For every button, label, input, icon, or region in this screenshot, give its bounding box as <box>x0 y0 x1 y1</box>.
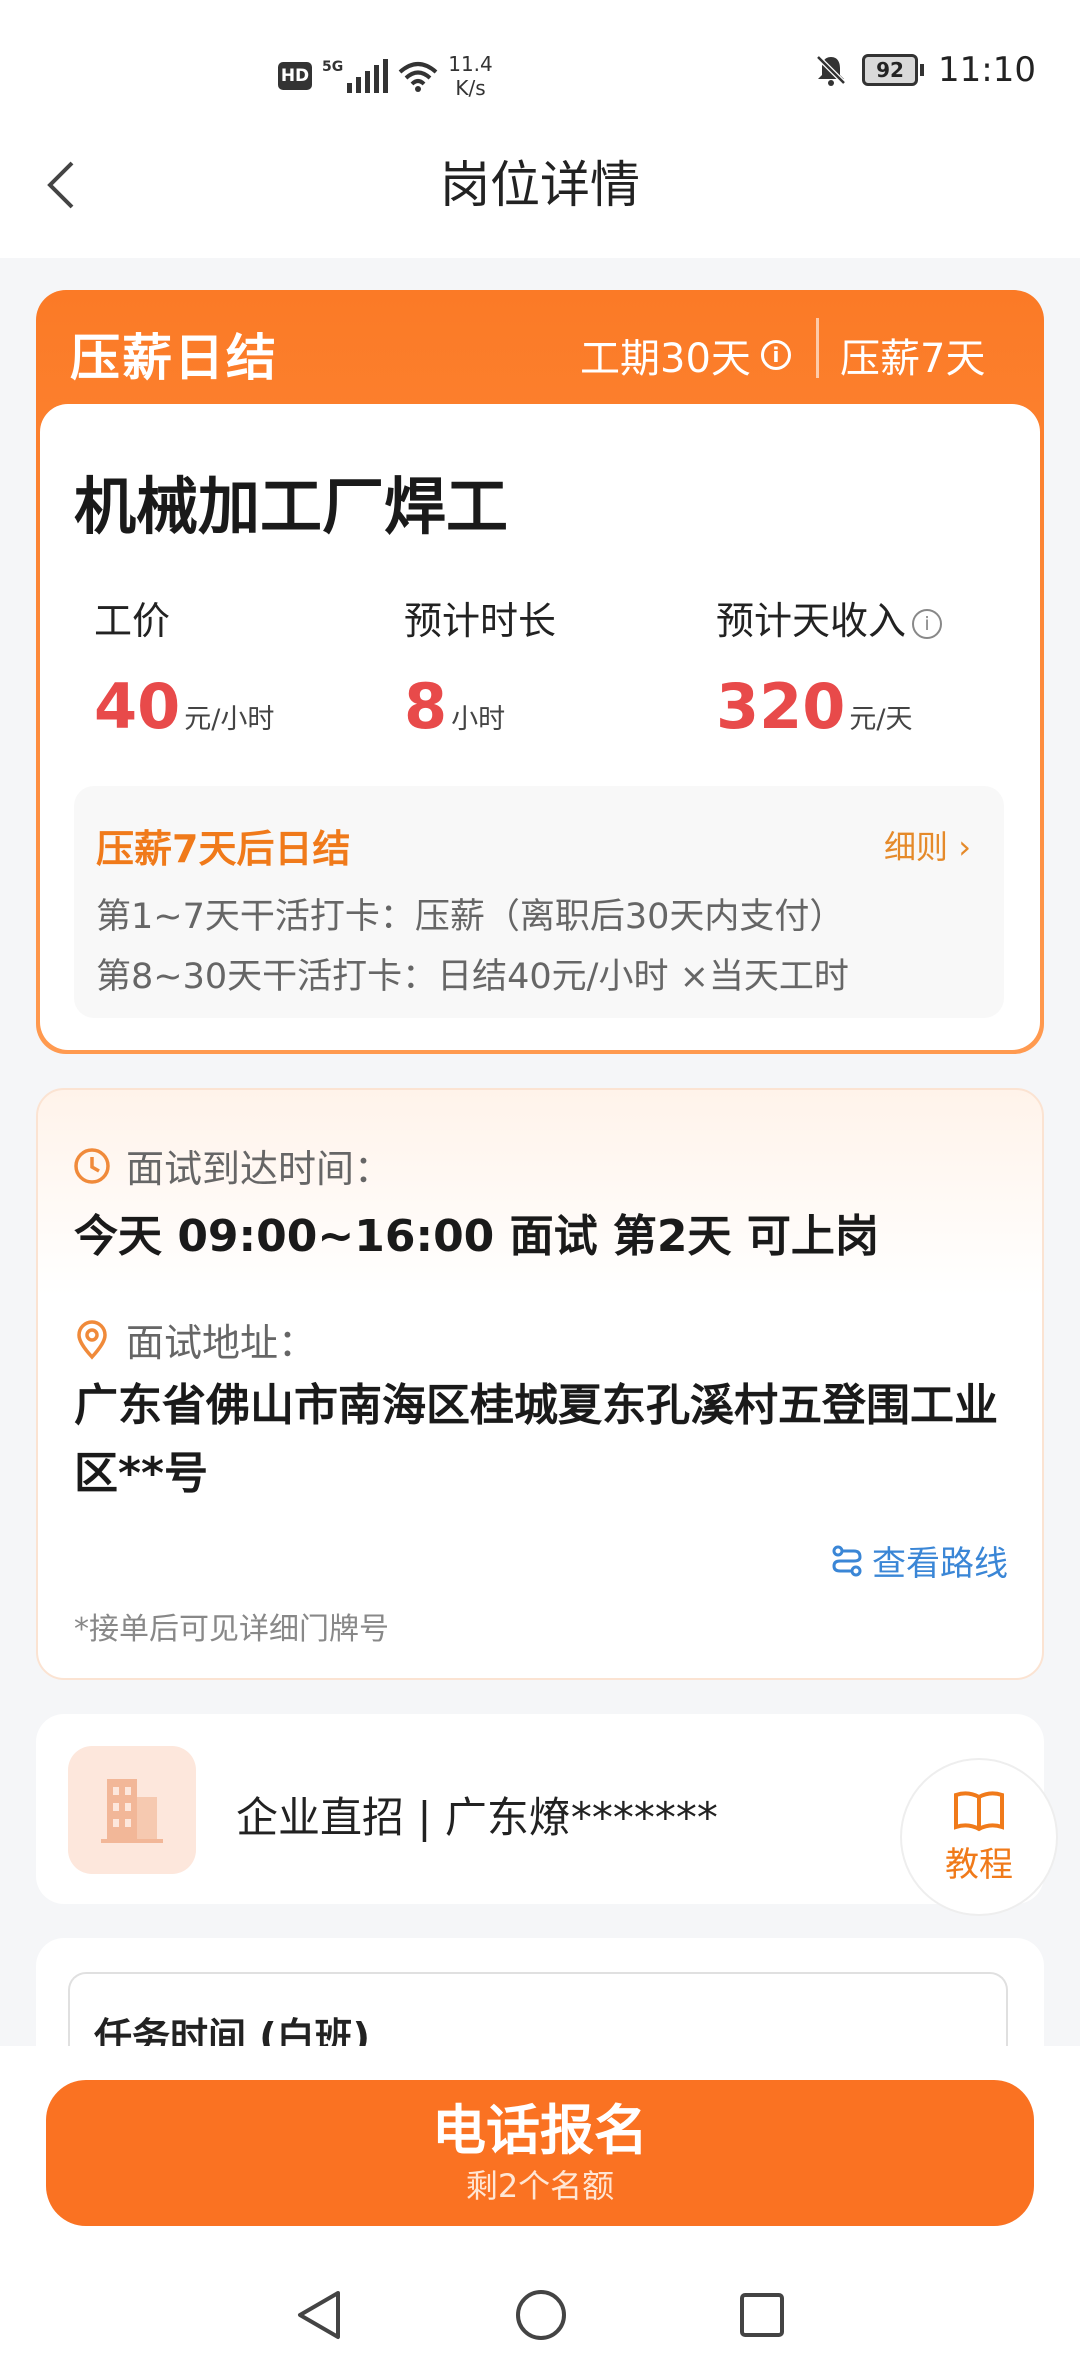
stat-value-income: 320 元/天 <box>716 670 913 743</box>
battery-cap <box>920 64 925 76</box>
apply-label: 电话报名 <box>432 2099 648 2162</box>
company-logo <box>68 1746 196 1874</box>
building-icon <box>101 1779 163 1843</box>
nav-recents-icon[interactable] <box>738 2291 786 2339</box>
interview-address-label: 面试地址： <box>126 1321 317 1365</box>
battery-icon: 92 <box>862 54 919 86</box>
system-nav <box>0 2280 1080 2350</box>
network-speed: 11.4 K/s <box>448 52 493 100</box>
status-left: HD 5G 11.4 K/s <box>278 52 493 100</box>
info-icon: i <box>912 608 943 639</box>
interview-time: 今天 09:00~16:00 面试 第2天 可上岗 <box>74 1211 879 1262</box>
wage-rule-title: 压薪7天后日结 <box>96 827 351 871</box>
status-right: 92 11:10 <box>814 50 1036 90</box>
tutorial-label: 教程 <box>945 1844 1013 1885</box>
location-icon <box>77 1319 107 1360</box>
chevron-right-icon: › <box>958 828 971 866</box>
book-icon <box>954 1790 1004 1831</box>
stat-value-price: 40 元/小时 <box>94 670 275 743</box>
period-text: 工期30天 <box>580 336 751 382</box>
network-type: 5G <box>322 59 344 75</box>
job-tag: 压薪日结 <box>70 329 278 387</box>
nav-home-icon[interactable] <box>514 2288 568 2342</box>
rule-detail-link[interactable]: 细则 › <box>884 822 971 868</box>
page-title: 岗位详情 <box>440 156 640 214</box>
wifi-icon <box>398 62 438 92</box>
remaining-quota: 剩2个名额 <box>465 2167 615 2205</box>
stat-label-price: 工价 <box>94 599 171 643</box>
withhold-text: 压薪7天 <box>840 336 986 382</box>
interview-address: 广东省佛山市南海区桂城夏东孔溪村五登围工业区**号 <box>74 1380 998 1499</box>
job-title: 机械加工厂焊工 <box>74 470 509 543</box>
hd-badge: HD <box>278 62 312 90</box>
bell-off-icon <box>816 55 846 86</box>
clock: 11:10 <box>938 50 1036 90</box>
interview-time-label: 面试到达时间： <box>126 1147 393 1191</box>
company-name: 企业直招 | 广东燎******* <box>236 1793 718 1842</box>
route-icon <box>832 1545 862 1576</box>
address-note: *接单后可见详细门牌号 <box>74 1612 389 1647</box>
interview-address-row: 面试地址： <box>72 1312 316 1367</box>
wage-rule-line: 第8~30天干活打卡：日结40元/小时 ×当天工时 <box>96 957 849 997</box>
interview-time-row: 面试到达时间： <box>72 1138 392 1193</box>
stat-label-duration: 预计时长 <box>404 599 557 643</box>
divider <box>816 318 819 378</box>
nav-back-icon[interactable] <box>294 2287 344 2343</box>
stat-label-income[interactable]: 预计天收入 i <box>716 590 943 645</box>
stat-value-duration: 8 小时 <box>404 670 506 743</box>
signal-icon <box>347 59 389 93</box>
period-info[interactable]: 工期30天 i <box>580 326 791 384</box>
clock-icon <box>74 1147 110 1184</box>
phone-apply-button[interactable]: 电话报名 剩2个名额 <box>46 2080 1034 2226</box>
wage-rule-line: 第1~7天干活打卡：压薪（离职后30天内支付） <box>96 897 845 937</box>
view-route-link[interactable]: 查看路线 <box>830 1536 1008 1585</box>
info-icon: i <box>760 340 791 370</box>
tutorial-button[interactable]: 教程 <box>900 1758 1058 1916</box>
